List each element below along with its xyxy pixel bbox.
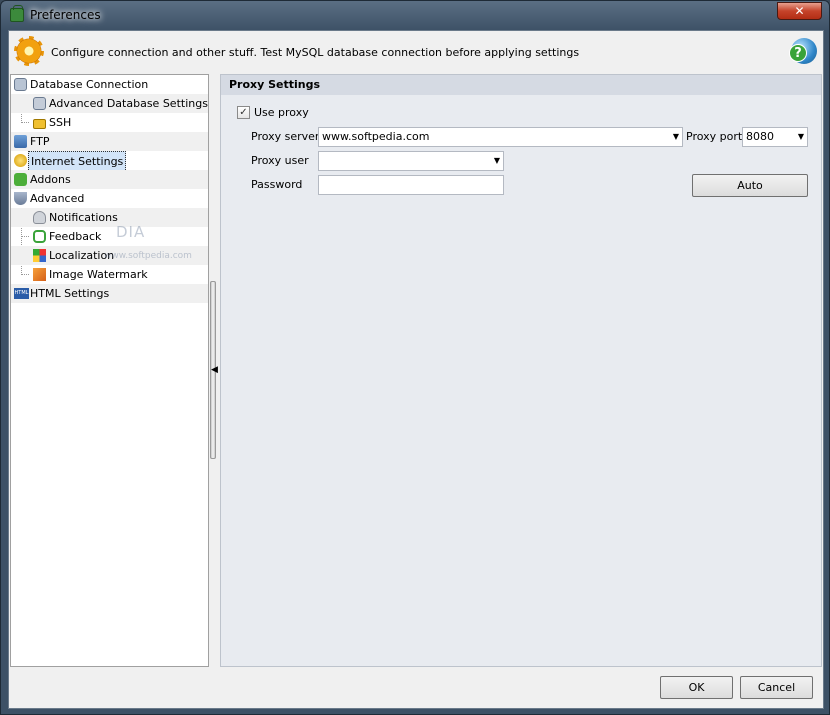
tree-item-label: Addons bbox=[30, 173, 71, 186]
network-icon bbox=[14, 135, 27, 148]
password-label: Password bbox=[251, 178, 303, 191]
tree-item-html-settings[interactable]: HTML HTML Settings bbox=[11, 284, 208, 303]
database-settings-icon bbox=[33, 97, 46, 110]
feedback-icon bbox=[33, 230, 46, 243]
tree-item-database-connection[interactable]: Database Connection bbox=[11, 75, 208, 94]
ok-button[interactable]: OK bbox=[660, 676, 733, 699]
tree-item-ssh[interactable]: SSH bbox=[11, 113, 208, 132]
proxy-user-label: Proxy user bbox=[251, 154, 309, 167]
tree-item-label: Notifications bbox=[49, 211, 118, 224]
tree-item-image-watermark[interactable]: Image Watermark bbox=[11, 265, 208, 284]
proxy-server-label: Proxy server bbox=[251, 130, 320, 143]
use-proxy-label[interactable]: Use proxy bbox=[254, 106, 309, 119]
notification-icon bbox=[33, 211, 46, 224]
tree-item-label: FTP bbox=[30, 135, 50, 148]
tree-item-label: Advanced bbox=[30, 192, 85, 205]
proxy-port-dropdown[interactable]: 8080 ▼ bbox=[742, 127, 808, 147]
tree-item-internet-settings[interactable]: Internet Settings bbox=[11, 151, 208, 172]
tree-item-label: Advanced Database Settings bbox=[49, 97, 208, 110]
tree-item-label: Internet Settings bbox=[28, 151, 127, 172]
header-description: Configure connection and other stuff. Te… bbox=[51, 46, 580, 59]
app-icon bbox=[10, 5, 24, 22]
tree-item-ftp[interactable]: FTP bbox=[11, 132, 208, 151]
localization-icon bbox=[33, 249, 46, 262]
use-proxy-checkbox[interactable]: ✓ bbox=[237, 106, 250, 119]
tree-item-label: Image Watermark bbox=[49, 268, 148, 281]
proxy-server-value: www.softpedia.com bbox=[322, 130, 430, 143]
tree-item-advanced-database-settings[interactable]: Advanced Database Settings bbox=[11, 94, 208, 113]
help-icon[interactable]: ? bbox=[789, 38, 817, 64]
title-bar[interactable]: Preferences ✕ bbox=[1, 1, 829, 31]
gear-icon bbox=[14, 36, 44, 66]
chevron-down-icon[interactable]: ▼ bbox=[673, 128, 679, 146]
password-field[interactable] bbox=[318, 175, 504, 195]
preferences-window: Preferences ✕ Configure connection and o… bbox=[0, 0, 830, 715]
tree-item-label: Feedback bbox=[49, 230, 102, 243]
window-title: Preferences bbox=[30, 8, 101, 22]
tree-item-notifications[interactable]: Notifications bbox=[11, 208, 208, 227]
database-icon bbox=[14, 78, 27, 91]
watermark: DIA bbox=[116, 223, 146, 241]
cancel-button[interactable]: Cancel bbox=[740, 676, 813, 699]
shield-icon bbox=[14, 192, 27, 205]
tree-item-addons[interactable]: Addons bbox=[11, 170, 208, 189]
proxy-server-dropdown[interactable]: www.softpedia.com ▼ bbox=[318, 127, 683, 147]
chevron-down-icon[interactable]: ▼ bbox=[494, 152, 500, 170]
tree-item-advanced[interactable]: Advanced bbox=[11, 189, 208, 208]
close-button[interactable]: ✕ bbox=[777, 2, 822, 20]
tree-item-label: HTML Settings bbox=[30, 287, 110, 300]
settings-tree[interactable]: Database Connection Advanced Database Se… bbox=[10, 74, 209, 667]
html-icon: HTML bbox=[14, 288, 29, 299]
tree-item-label: Database Connection bbox=[30, 78, 149, 91]
tree-item-feedback[interactable]: Feedback bbox=[11, 227, 208, 246]
image-icon bbox=[33, 268, 46, 281]
watermark-subtext: www.softpedia.com bbox=[104, 251, 192, 261]
tree-item-label: SSH bbox=[49, 116, 72, 129]
chevron-down-icon[interactable]: ▼ bbox=[798, 128, 804, 146]
proxy-port-value: 8080 bbox=[746, 130, 774, 143]
section-title: Proxy Settings bbox=[221, 75, 821, 95]
proxy-port-label: Proxy port bbox=[686, 130, 743, 143]
internet-icon bbox=[14, 154, 27, 167]
puzzle-icon bbox=[14, 173, 27, 186]
auto-button[interactable]: Auto bbox=[692, 174, 808, 197]
proxy-settings-panel: Proxy Settings ✓ Use proxy Proxy server … bbox=[220, 74, 822, 667]
help-glyph: ? bbox=[789, 44, 807, 62]
client-area: Configure connection and other stuff. Te… bbox=[8, 30, 824, 709]
header-bar: Configure connection and other stuff. Te… bbox=[9, 31, 823, 71]
proxy-user-dropdown[interactable]: ▼ bbox=[318, 151, 504, 171]
collapse-arrow-icon[interactable]: ◀ bbox=[211, 365, 218, 375]
lock-icon bbox=[33, 119, 46, 129]
